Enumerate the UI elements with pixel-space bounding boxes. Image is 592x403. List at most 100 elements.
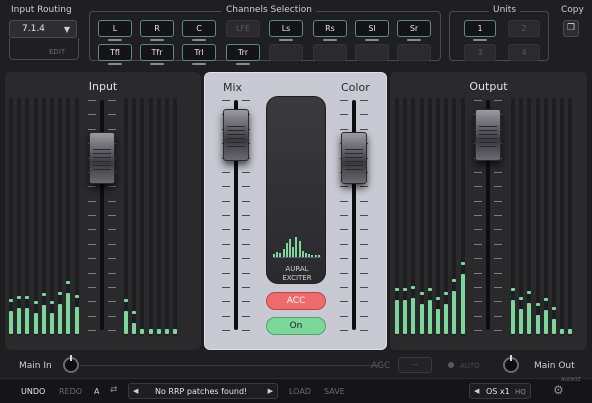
- unit-button-3[interactable]: 3: [464, 44, 496, 61]
- redo-button[interactable]: REDO: [59, 387, 82, 396]
- output-meter-peak: [543, 298, 548, 302]
- prev-patch-icon[interactable]: ◀: [133, 387, 138, 395]
- scale-tick: [474, 243, 482, 245]
- scale-tick: [108, 258, 116, 260]
- save-button[interactable]: SAVE: [324, 387, 345, 396]
- scale-tick: [360, 258, 368, 260]
- channel-indicator: [150, 39, 164, 41]
- input-meter-bar: [66, 293, 71, 334]
- auto-indicator[interactable]: [448, 362, 454, 368]
- spectrum-bar: [285, 243, 288, 257]
- on-button[interactable]: On: [266, 317, 326, 335]
- channel-button-sr[interactable]: Sr: [397, 20, 431, 37]
- channel-button-trr[interactable]: Trr: [226, 44, 260, 61]
- meter-channel-bg: [560, 98, 565, 336]
- meter-channel-bg: [132, 98, 137, 336]
- load-button[interactable]: LOAD: [289, 387, 311, 396]
- channel-button-sl[interactable]: Sl: [355, 20, 389, 37]
- gear-icon[interactable]: ⚙: [553, 383, 564, 397]
- scale-tick: [494, 229, 502, 231]
- unit-button-2[interactable]: 2: [508, 20, 540, 37]
- ab-swap-icon[interactable]: ⇄: [110, 385, 118, 395]
- channel-button-ls[interactable]: Ls: [269, 20, 303, 37]
- meter-channel-bg: [444, 98, 449, 336]
- input-meter-peak: [74, 295, 79, 299]
- channel-button-tfl[interactable]: Tfl: [98, 44, 132, 61]
- meter-channel-bg: [148, 98, 153, 336]
- output-meter-peak: [436, 297, 440, 301]
- scale-tick: [242, 258, 250, 260]
- channel-button-empty: [397, 44, 431, 61]
- scale-tick: [242, 229, 250, 231]
- agc-value[interactable]: --: [398, 357, 432, 373]
- scale-tick: [88, 128, 96, 130]
- channel-button-c[interactable]: C: [182, 20, 216, 37]
- channel-button-tfr[interactable]: Tfr: [140, 44, 174, 61]
- scale-tick: [108, 330, 116, 331]
- input-meter-bar: [58, 303, 63, 334]
- scale-tick: [242, 215, 250, 216]
- scale-tick: [242, 100, 250, 101]
- output-meter-peak: [419, 291, 424, 295]
- output-meter-bar: [519, 309, 524, 334]
- unit-button-1[interactable]: 1: [464, 20, 496, 37]
- ab-button[interactable]: A: [94, 387, 99, 396]
- os-prev-icon[interactable]: ◀: [474, 387, 479, 395]
- input-routing-select[interactable]: 7.1.4 ▼: [9, 20, 77, 38]
- scale-tick: [222, 286, 230, 288]
- hq-button[interactable]: HQ: [515, 388, 526, 396]
- scale-tick: [108, 301, 116, 303]
- input-meter-bar: [156, 329, 161, 334]
- input-fader-handle[interactable]: [89, 131, 115, 184]
- output-meter-bar: [460, 274, 465, 334]
- unit-button-4[interactable]: 4: [508, 44, 540, 61]
- channel-button-l[interactable]: L: [98, 20, 132, 37]
- output-meter-peak: [403, 287, 408, 291]
- scale-tick: [474, 229, 482, 231]
- scale-tick: [88, 286, 96, 288]
- output-meter-bar: [535, 314, 540, 334]
- patch-selector[interactable]: ◀ No RRP patches found! ▶: [128, 383, 278, 399]
- output-fader-handle[interactable]: [475, 108, 501, 161]
- main-out-knob[interactable]: [503, 355, 519, 373]
- os-value: OS x1: [486, 387, 510, 396]
- channel-indicator: [192, 63, 206, 65]
- main-in-knob[interactable]: [63, 355, 79, 373]
- meter-channel-bg: [140, 98, 145, 336]
- scale-tick: [108, 114, 116, 116]
- channel-button-rs[interactable]: Rs: [313, 20, 347, 37]
- next-patch-icon[interactable]: ▶: [268, 387, 273, 395]
- acc-button[interactable]: ACC: [266, 292, 326, 310]
- output-meter-bar: [403, 299, 408, 334]
- output-meter-bar: [419, 303, 424, 334]
- channel-indicator: [365, 39, 379, 41]
- scale-tick: [474, 186, 482, 188]
- mix-fader-handle[interactable]: [223, 108, 249, 161]
- undo-button[interactable]: UNDO: [21, 387, 45, 396]
- meter-channel-bg: [58, 98, 63, 336]
- output-meter-peak: [511, 287, 515, 291]
- channel-button-r[interactable]: R: [140, 20, 174, 37]
- scale-tick: [88, 243, 96, 245]
- scale-tick: [222, 100, 230, 101]
- scale-tick: [88, 229, 96, 231]
- channel-indicator: [150, 63, 164, 65]
- channel-button-trl[interactable]: Trl: [182, 44, 216, 61]
- meter-channel-bg: [535, 98, 540, 336]
- color-fader-handle[interactable]: [341, 131, 367, 184]
- scale-tick: [222, 330, 230, 331]
- scale-tick: [474, 200, 482, 202]
- edit-button[interactable]: EDIT: [49, 48, 65, 56]
- scale-tick: [360, 200, 368, 202]
- channel-button-lfe[interactable]: LFE: [226, 20, 260, 37]
- output-meter-peak: [444, 291, 449, 295]
- channel-button-empty: [355, 44, 389, 61]
- meter-channel-bg: [156, 98, 161, 336]
- scale-tick: [242, 301, 250, 303]
- scale-tick: [360, 272, 368, 274]
- meter-channel-bg: [17, 98, 22, 336]
- scale-tick: [340, 128, 348, 130]
- scale-tick: [474, 330, 482, 331]
- scale-tick: [494, 171, 502, 173]
- copy-button[interactable]: ❐: [563, 20, 579, 37]
